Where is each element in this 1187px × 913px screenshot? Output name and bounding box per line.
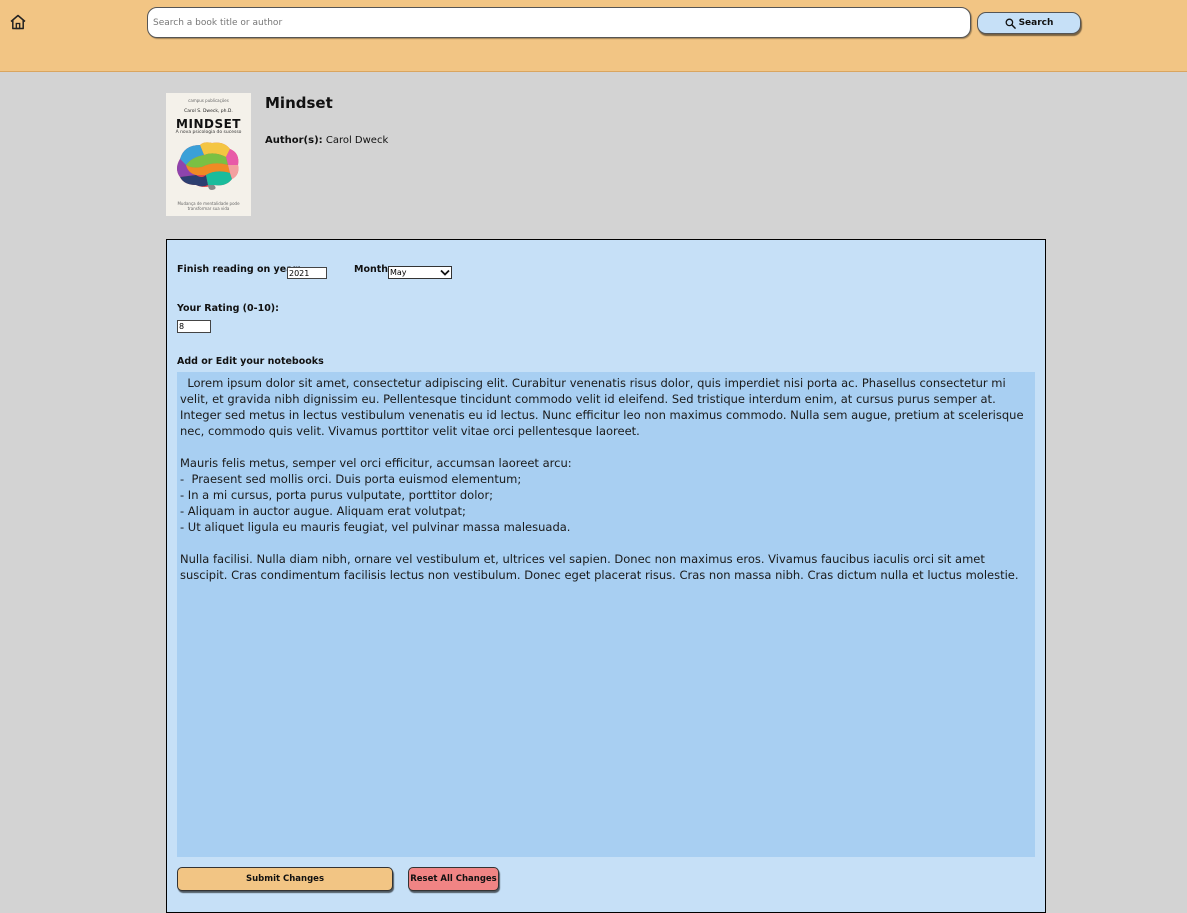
- cover-title-text: MINDSET: [176, 117, 241, 131]
- brain-illustration: [177, 142, 239, 190]
- rating-input[interactable]: [177, 320, 211, 333]
- submit-changes-button[interactable]: Submit Changes: [177, 867, 393, 891]
- month-label: Month: [354, 264, 389, 275]
- author-name: Carol Dweck: [325, 135, 389, 146]
- cover-publisher-text: campus publicações: [188, 98, 229, 103]
- book-title: Mindset: [265, 94, 333, 112]
- edit-book-panel: Finish reading on year: Month May Your R…: [166, 239, 1046, 913]
- cover-author-text: Carol S. Dweck, ph.D.: [184, 109, 233, 114]
- cover-subtitle-text: A nova psicologia do sucesso: [175, 130, 242, 135]
- search-icon: [1005, 18, 1016, 29]
- rating-label: Your Rating (0-10):: [177, 303, 279, 314]
- notes-textarea[interactable]: Lorem ipsum dolor sit amet, consectetur …: [177, 372, 1035, 857]
- top-bar: Search: [0, 0, 1187, 72]
- search-button[interactable]: Search: [977, 12, 1081, 34]
- cover-tagline-text: Mudança de mentalidade pode transformar …: [177, 201, 240, 211]
- month-select[interactable]: May: [388, 266, 452, 279]
- notes-label: Add or Edit your notebooks: [177, 356, 324, 367]
- author-label: Author(s):: [265, 135, 323, 146]
- book-cover-image: campus publicações Carol S. Dweck, ph.D.…: [166, 93, 251, 216]
- search-input[interactable]: [147, 7, 971, 38]
- chevron-down-icon: [440, 269, 450, 276]
- book-author-line: Author(s): Carol Dweck: [265, 135, 388, 146]
- month-selected-value: May: [390, 268, 407, 277]
- finish-year-label: Finish reading on year:: [177, 264, 302, 275]
- finish-year-input[interactable]: [287, 267, 327, 279]
- search-button-label: Search: [1018, 18, 1054, 28]
- home-icon[interactable]: [9, 13, 27, 31]
- reset-changes-button[interactable]: Reset All Changes: [408, 867, 499, 891]
